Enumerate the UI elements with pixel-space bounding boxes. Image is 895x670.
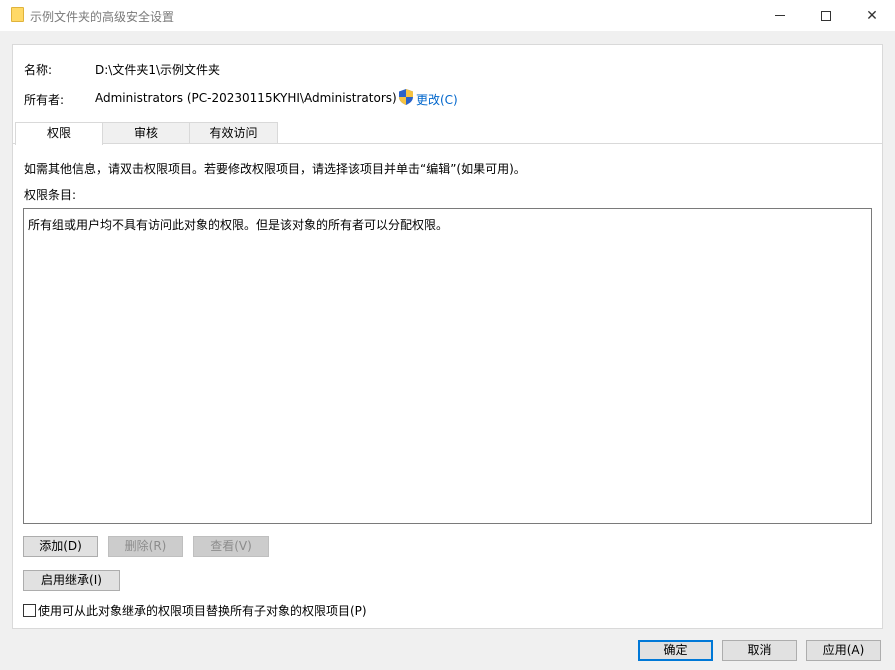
replace-child-permissions-checkbox[interactable] [23,604,36,617]
remove-button[interactable]: 删除(R) [108,536,183,557]
maximize-button[interactable] [803,0,849,31]
maximize-icon [821,10,831,21]
owner-value: Administrators (PC-20230115KYHI\Administ… [95,91,397,105]
permission-entries-list[interactable]: 所有组或用户均不具有访问此对象的权限。但是该对象的所有者可以分配权限。 [23,208,872,524]
window-title: 示例文件夹的高级安全设置 [30,10,175,24]
replace-child-permissions-label[interactable]: 使用可从此对象继承的权限项目替换所有子对象的权限项目(P) [38,602,367,619]
shield-icon [399,89,413,105]
main-panel: 名称: D:\文件夹1\示例文件夹 所有者: Administrators (P… [12,44,883,629]
minimize-button[interactable] [757,0,803,31]
folder-icon [11,7,24,22]
name-value: D:\文件夹1\示例文件夹 [95,63,221,77]
name-label: 名称: [24,63,53,77]
tab-permissions[interactable]: 权限 [15,122,103,145]
owner-label: 所有者: [24,93,65,107]
tab-effective-access[interactable]: 有效访问 [189,122,278,144]
permission-entries-label: 权限条目: [24,188,77,202]
tab-bar: 权限 审核 有效访问 [14,122,883,145]
minimize-icon [775,15,785,16]
tab-auditing[interactable]: 审核 [102,122,190,144]
info-text: 如需其他信息，请双击权限项目。若要修改权限项目，请选择该项目并单击“编辑”(如果… [24,162,526,176]
close-icon: ✕ [866,7,878,24]
empty-message: 所有组或用户均不具有访问此对象的权限。但是该对象的所有者可以分配权限。 [28,218,449,232]
close-button[interactable]: ✕ [849,0,895,31]
ok-button[interactable]: 确定 [638,640,713,661]
add-button[interactable]: 添加(D) [23,536,98,557]
cancel-button[interactable]: 取消 [722,640,797,661]
change-owner-link[interactable]: 更改(C) [416,91,458,108]
title-bar: 示例文件夹的高级安全设置 ✕ [0,0,895,31]
view-button[interactable]: 查看(V) [193,536,269,557]
enable-inheritance-button[interactable]: 启用继承(I) [23,570,120,591]
apply-button[interactable]: 应用(A) [806,640,881,661]
tab-divider [13,143,882,144]
